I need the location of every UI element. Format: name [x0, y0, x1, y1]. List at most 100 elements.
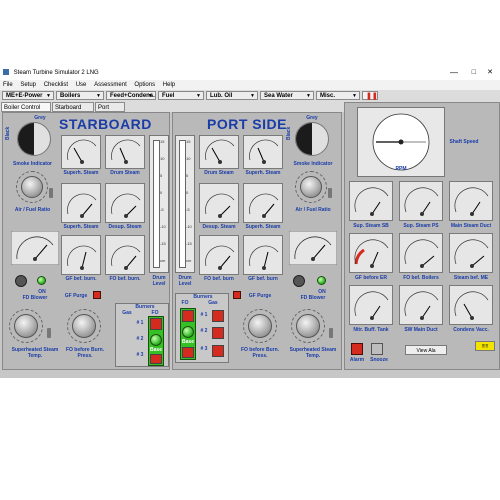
toolbar-fuel[interactable]: Fuel ▼: [158, 91, 204, 100]
snooze-label: Snooze: [370, 357, 388, 363]
toolbar-sea-water[interactable]: Sea Water ▼: [260, 91, 314, 100]
superheated-temp-knob[interactable]: [14, 314, 38, 338]
toolbar-feed-condens[interactable]: Feed+Condens. ▼: [106, 91, 156, 100]
gauge-condens-vacc-label: Condens Vacc.: [453, 327, 489, 333]
drum-level-label: Drum Level: [152, 275, 166, 287]
gauge-sup-steam-sb: [349, 181, 393, 221]
close-button[interactable]: ✕: [487, 66, 493, 80]
port-fo-base-lamp: [182, 326, 194, 338]
drum-level-scale: 15 10 5 0 -5 -10 -15 cm: [160, 138, 166, 264]
burner-row-2-label: # 2: [136, 336, 144, 342]
menu-setup[interactable]: Setup: [20, 82, 36, 88]
port-gas-burner-1-button[interactable]: [212, 310, 224, 322]
port-fd-blower-on-lamp[interactable]: [317, 276, 326, 285]
port-superheated-temp-knob[interactable]: [248, 314, 272, 338]
pause-icon: ❚❚: [366, 93, 378, 100]
drum-level-tube: [153, 140, 160, 268]
gauge-nitr-buff-tank: [349, 285, 393, 325]
window-title: Steam Turbine Simulator 2 LNG: [13, 70, 99, 76]
fd-blower-label: FD Blower: [22, 295, 48, 301]
dropdown-icon: ▼: [352, 93, 357, 99]
air-fuel-ratio-label: Air / Fuel Ratio: [14, 207, 51, 213]
scale-tick: 10: [186, 156, 191, 161]
smoke-indicator: [17, 122, 51, 156]
port-gauge-drum-steam-label: Drum Steam: [204, 170, 234, 176]
port-air-fuel-knob[interactable]: [300, 176, 322, 198]
view-alarms-button[interactable]: View Ala: [405, 345, 447, 355]
starboard-panel: STARBOARD Grey Black Smoke Indicator Air…: [2, 112, 170, 370]
port-air-fuel-switch[interactable]: [328, 188, 332, 198]
fo-press-knob[interactable]: [72, 314, 96, 338]
toolbar-misc[interactable]: Misc. ▼: [316, 91, 360, 100]
port-gauge-desup-steam-label: Desup. Steam: [202, 224, 236, 230]
minimize-button[interactable]: —: [450, 66, 458, 80]
toolbar-boilers[interactable]: Boilers ▼: [56, 91, 104, 100]
burners-gas-label: Gas: [122, 310, 132, 316]
toolbar-me-power[interactable]: ME+E-Power ▼: [2, 91, 54, 100]
port-gf-purge-button[interactable]: [233, 291, 241, 299]
pause-button[interactable]: ❚❚: [362, 91, 378, 100]
dropdown-icon: ▼: [148, 93, 153, 99]
scale-tick: 0: [186, 190, 189, 195]
scale-tick: -15: [186, 241, 192, 246]
drum-level-bar: 15 10 5 0 -5 -10 -15 cm: [149, 135, 169, 273]
fo-burner-1-button[interactable]: [150, 318, 162, 330]
port-heading: PORT SIDE: [207, 116, 287, 132]
scale-tick: 10: [160, 156, 165, 161]
menu-checklist[interactable]: Checklist: [44, 82, 68, 88]
gauge-steam-bef-me-label: Steam bef. ME: [453, 275, 489, 281]
toolbar-label: Boilers: [60, 93, 81, 99]
alarm-button[interactable]: [351, 343, 363, 355]
port-gauge-superh-steam-temp: [243, 183, 283, 223]
smoke-grey-label: Grey: [34, 115, 46, 121]
port-drum-level-label: Drum Level: [178, 275, 192, 287]
port-gas-burner-3-button[interactable]: [212, 345, 224, 357]
tab-boiler-control-panel[interactable]: Boiler Control Panel: [1, 102, 51, 121]
scale-tick: -10: [160, 224, 166, 229]
port-drum-level-bar: 15 10 5 0 -5 -10 -15 cm: [175, 135, 195, 273]
gauge-drum-steam: [105, 135, 145, 169]
snooze-button[interactable]: [371, 343, 383, 355]
gauge-sw-main-duct-label: SW Main Duct: [404, 327, 438, 333]
air-fuel-switch[interactable]: [49, 188, 53, 198]
menu-options[interactable]: Options: [134, 82, 155, 88]
menu-bar: File Setup Checklist Use Assessment Opti…: [0, 80, 500, 90]
port-smoke-indicator-label: Smoke Indicator: [293, 161, 333, 167]
gf-purge-button[interactable]: [93, 291, 101, 299]
dropdown-icon: ▼: [96, 93, 101, 99]
gauge-superh-steam-label: Superh. Steam: [63, 170, 99, 176]
tab-starboard-boiler[interactable]: Starboard Boiler: [52, 102, 94, 121]
menu-use[interactable]: Use: [76, 82, 87, 88]
port-fo-burner-1-button[interactable]: [182, 310, 194, 322]
port-burners-fo-label: FO: [181, 300, 189, 306]
port-smoke-black-label: Black: [286, 126, 292, 140]
smoke-indicator-label: Smoke Indicator: [13, 161, 52, 167]
gauge-superh-steam: [61, 135, 101, 169]
port-gauge-desup-steam: [199, 183, 239, 223]
port-superheated-temp-switch[interactable]: [329, 328, 333, 338]
tab-port-boiler[interactable]: Port Boiler: [95, 102, 125, 121]
superheated-temp-switch[interactable]: [47, 328, 51, 338]
menu-file[interactable]: File: [3, 82, 13, 88]
menu-assessment[interactable]: Assessment: [94, 82, 127, 88]
port-smoke-grey-label: Grey: [306, 115, 318, 121]
port-fo-burner-3-button[interactable]: [182, 347, 194, 358]
fo-burner-3-button[interactable]: [150, 354, 162, 364]
air-fuel-knob[interactable]: [21, 176, 43, 198]
toolbar-label: Misc.: [320, 93, 336, 99]
yellow-button[interactable]: !!!!!: [475, 341, 495, 351]
smoke-black-label: Black: [5, 126, 11, 140]
port-gauge-drum-steam: [199, 135, 239, 169]
gauge-drum-steam-label: Drum Steam: [110, 170, 140, 176]
maximize-button[interactable]: □: [472, 66, 476, 80]
port-fo-press-knob[interactable]: [296, 314, 320, 338]
toolbar-lub-oil[interactable]: Lub. Oil ▼: [206, 91, 258, 100]
menu-help[interactable]: Help: [163, 82, 175, 88]
gauge-steam-bef-me: [449, 233, 493, 273]
port-gas-burner-2-button[interactable]: [212, 327, 224, 339]
scale-tick: -5: [186, 207, 190, 212]
dropdown-icon: ▼: [196, 93, 201, 99]
port-burners: Burners FO Gas Base # 1 # 2 # 3: [175, 293, 229, 363]
shaft-speed-gauge: RPM: [357, 107, 445, 177]
fd-blower-on-lamp[interactable]: [37, 276, 46, 285]
